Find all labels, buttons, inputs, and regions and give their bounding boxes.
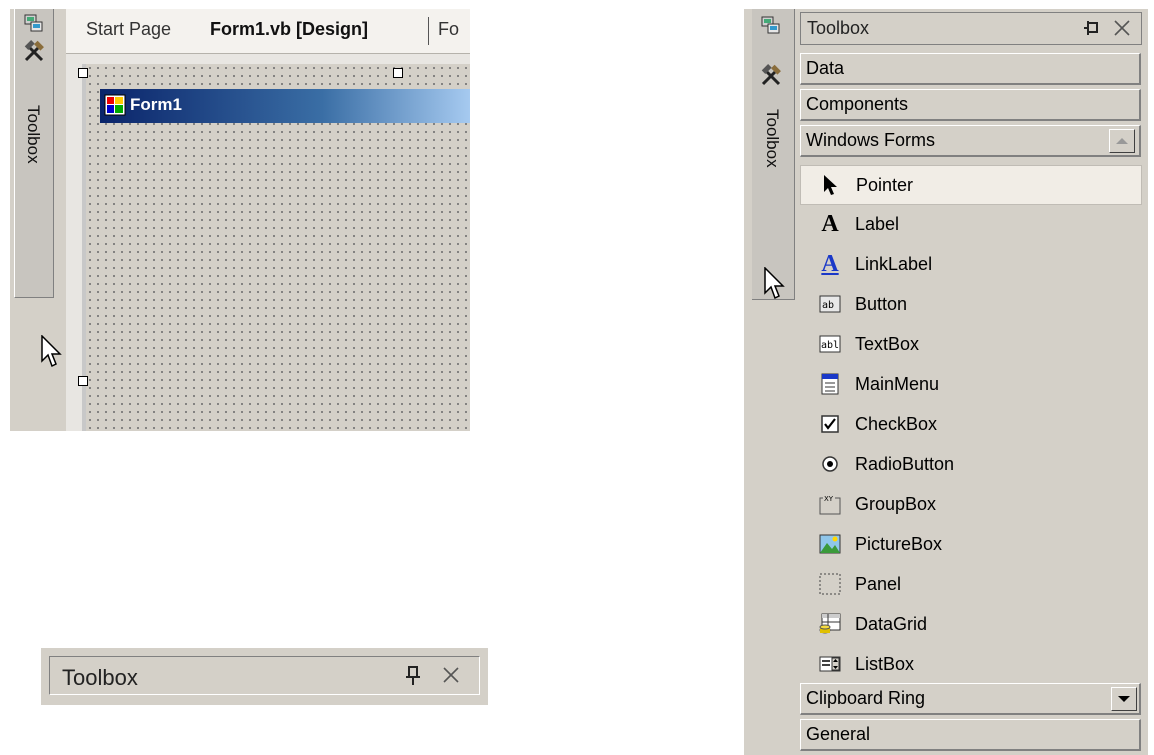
tool-label: CheckBox (855, 414, 938, 434)
server-explorer-icon[interactable] (21, 11, 47, 37)
tool-label: LinkLabel (855, 254, 933, 274)
section-label: Windows Forms (806, 130, 936, 150)
pin-icon[interactable] (404, 665, 422, 692)
pointer-icon (819, 173, 843, 197)
tool-picturebox[interactable]: PictureBox (800, 525, 1140, 563)
toolbox-hammer-icon (758, 63, 784, 89)
resize-handle-middle-left[interactable] (78, 376, 88, 386)
tool-label-control[interactable]: A Label (800, 205, 1140, 243)
svg-text:abl: abl (821, 340, 839, 351)
windows-forms-item-list: Pointer A Label A LinkLabel ab Button ab… (800, 163, 1142, 683)
tool-label: Label (855, 214, 900, 234)
resize-handle-top-left[interactable] (78, 68, 88, 78)
groupbox-icon: XY (818, 492, 842, 516)
listbox-icon (818, 652, 842, 676)
section-label: Components (806, 94, 909, 114)
section-clipboard-ring[interactable]: Clipboard Ring (800, 683, 1141, 715)
tab-divider (428, 17, 429, 45)
pin-icon[interactable] (1083, 19, 1101, 42)
mainmenu-icon (818, 372, 842, 396)
tool-checkbox[interactable]: CheckBox (800, 405, 1140, 443)
toolbox-autohide-tab[interactable]: Toolbox (752, 9, 795, 300)
scroll-up-button[interactable] (1109, 129, 1135, 153)
datagrid-icon (818, 612, 842, 636)
scroll-down-arrow-icon (1118, 696, 1130, 702)
tool-label: MainMenu (855, 374, 940, 394)
toolbox-title: Toolbox (807, 18, 870, 38)
picturebox-icon (818, 532, 842, 556)
panel-icon (818, 572, 842, 596)
section-data[interactable]: Data (800, 53, 1141, 85)
toolbox-titlebar[interactable]: Toolbox (800, 12, 1142, 45)
form-titlebar[interactable]: Form1 (100, 89, 470, 123)
label-icon: A (821, 210, 839, 237)
toolbox-titlebar-strip: Toolbox (41, 647, 488, 705)
toolbox-autohide-tab[interactable]: Toolbox (14, 9, 54, 298)
toolbox-strip-title: Toolbox (62, 665, 138, 690)
tool-label: ListBox (855, 654, 915, 674)
radiobutton-icon (818, 452, 842, 476)
section-label: Clipboard Ring (806, 688, 926, 708)
tool-radiobutton[interactable]: RadioButton (800, 445, 1140, 483)
textbox-icon: abl (818, 332, 842, 356)
toolbox-hammer-icon (21, 39, 47, 65)
tool-panel[interactable]: Panel (800, 565, 1140, 603)
scroll-up-arrow-icon (1116, 138, 1128, 144)
mouse-cursor-icon (764, 267, 785, 300)
toolbox-titlebar[interactable]: Toolbox (49, 656, 480, 695)
tab-form1-code[interactable]: Fo (438, 19, 459, 40)
tool-label: TextBox (855, 334, 920, 354)
tool-label: Panel (855, 574, 902, 594)
document-tabbar: Start Page Form1.vb [Design] Fo (66, 9, 470, 54)
toolbox-sidebar-label: Toolbox (763, 109, 782, 168)
tool-label: DataGrid (855, 614, 928, 634)
svg-text:ab: ab (822, 300, 834, 311)
section-windows-forms[interactable]: Windows Forms (800, 125, 1141, 157)
tool-mainmenu[interactable]: MainMenu (800, 365, 1140, 403)
tool-label: GroupBox (855, 494, 937, 514)
section-general[interactable]: General (800, 719, 1141, 751)
section-label: Data (806, 58, 845, 78)
tool-label: PictureBox (855, 534, 943, 554)
svg-text:XY: XY (824, 495, 834, 503)
tool-pointer[interactable]: Pointer (800, 165, 1142, 205)
tool-datagrid[interactable]: DataGrid (800, 605, 1140, 643)
form-icon (104, 94, 126, 121)
tool-label: Pointer (856, 175, 914, 195)
form-title-text: Form1 (130, 95, 182, 114)
tool-listbox[interactable]: ListBox (800, 645, 1140, 683)
toolbox-sidebar-label: Toolbox (24, 105, 43, 164)
section-components[interactable]: Components (800, 89, 1141, 121)
tool-label: RadioButton (855, 454, 955, 474)
resize-handle-top-middle[interactable] (393, 68, 403, 78)
checkbox-icon (818, 412, 842, 436)
tool-textbox[interactable]: abl TextBox (800, 325, 1140, 363)
section-label: General (806, 724, 871, 744)
close-icon[interactable] (1113, 19, 1131, 42)
tool-linklabel[interactable]: A LinkLabel (800, 245, 1140, 283)
mouse-cursor-icon (41, 335, 62, 368)
tool-label: Button (855, 294, 908, 314)
linklabel-icon: A (821, 250, 839, 277)
designer-panel: Toolbox Start Page Form1.vb [Design] Fo … (10, 9, 470, 431)
scroll-down-button[interactable] (1111, 687, 1137, 711)
tab-form1-design[interactable]: Form1.vb [Design] (210, 19, 368, 40)
tool-groupbox[interactable]: XY GroupBox (800, 485, 1140, 523)
button-icon: ab (818, 292, 842, 316)
server-explorer-icon[interactable] (758, 13, 784, 39)
toolbox-panel: Toolbox Toolbox Data Components Windows … (744, 9, 1148, 755)
tool-button[interactable]: ab Button (800, 285, 1140, 323)
close-icon[interactable] (442, 666, 460, 689)
tab-start-page[interactable]: Start Page (86, 19, 171, 40)
design-surface[interactable]: Form1 (66, 54, 470, 431)
